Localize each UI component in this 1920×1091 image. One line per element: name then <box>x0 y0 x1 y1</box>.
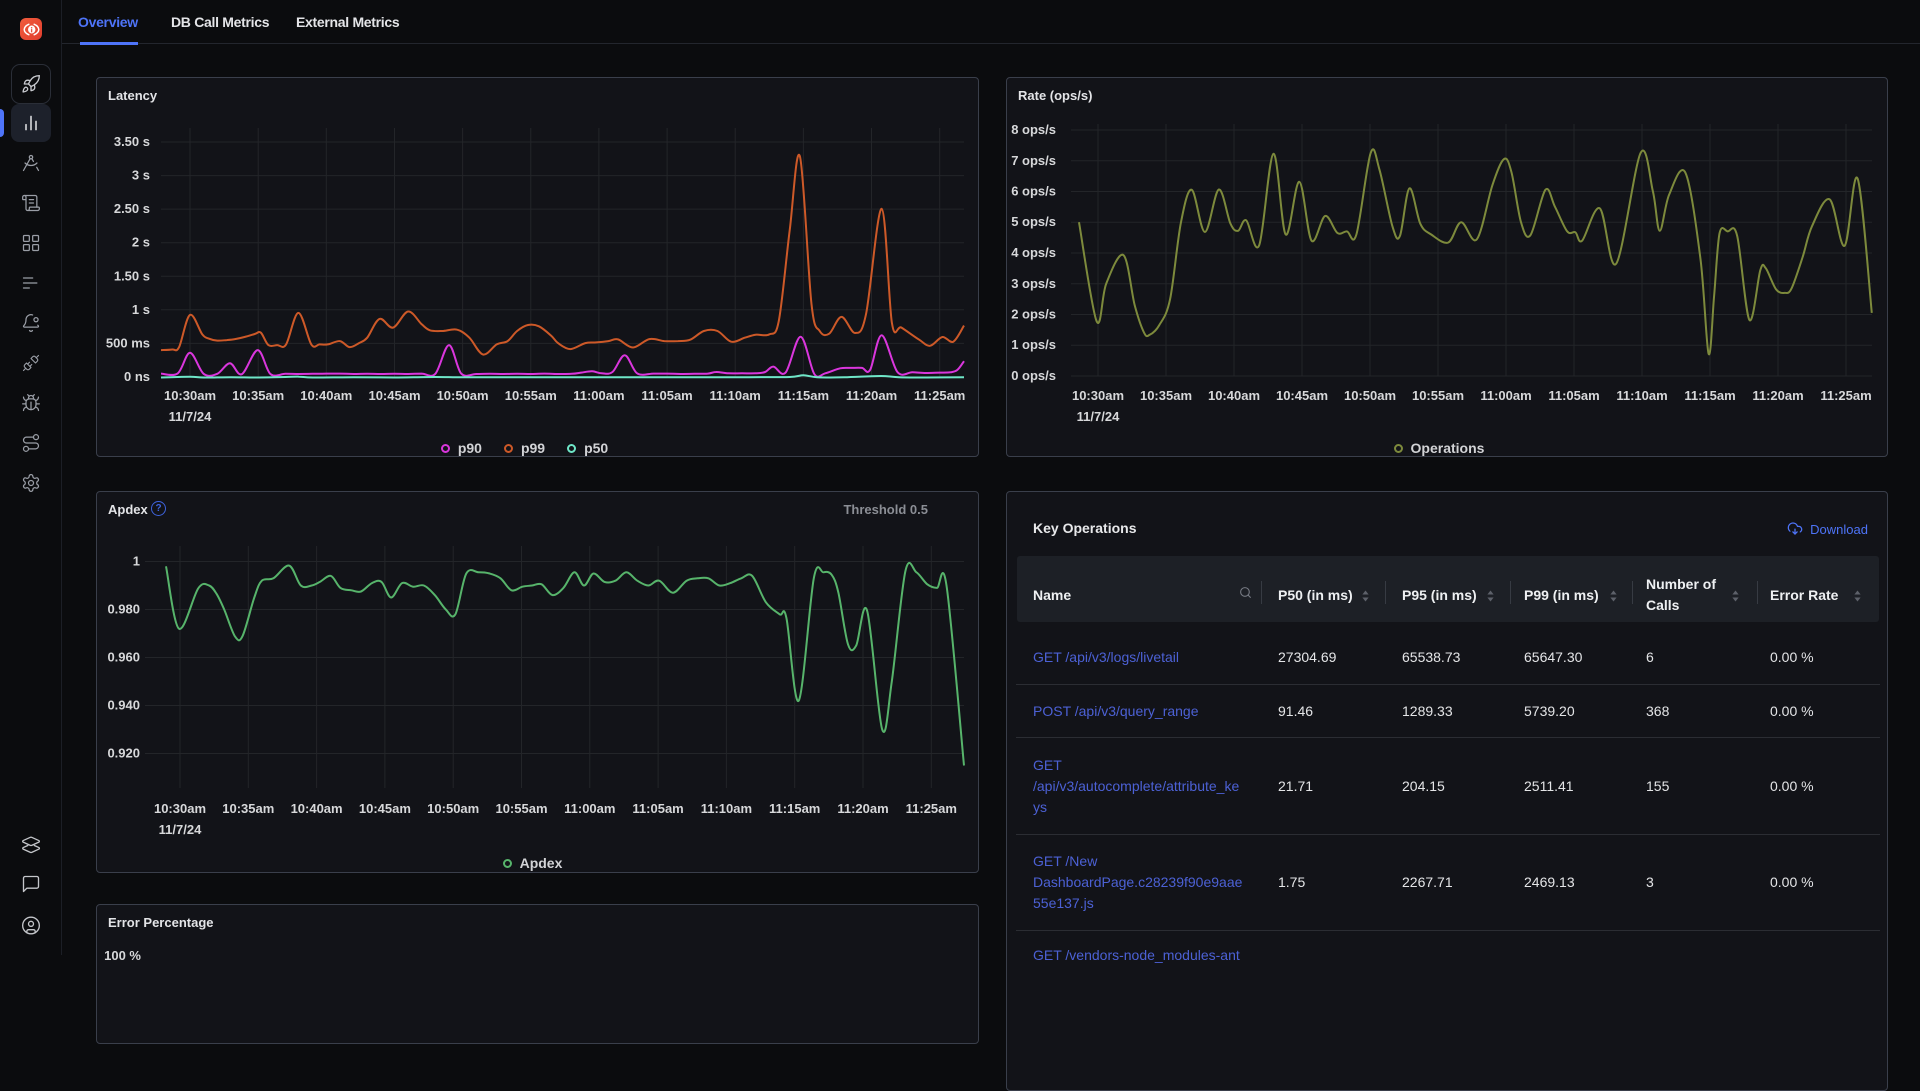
svg-text:10:30am: 10:30am <box>164 388 216 403</box>
svg-text:11:05am: 11:05am <box>632 801 683 816</box>
svg-text:10:55am: 10:55am <box>1412 388 1464 403</box>
svg-text:11/7/24: 11/7/24 <box>159 822 202 837</box>
svg-text:10:35am: 10:35am <box>232 388 284 403</box>
svg-text:11:00am: 11:00am <box>564 801 615 816</box>
svg-text:10:40am: 10:40am <box>300 388 352 403</box>
svg-text:11:00am: 11:00am <box>1480 388 1531 403</box>
svg-text:11:20am: 11:20am <box>846 388 897 403</box>
svg-text:100 %: 100 % <box>104 948 141 963</box>
svg-text:11:15am: 11:15am <box>778 388 829 403</box>
svg-text:0 ns: 0 ns <box>124 369 150 384</box>
svg-text:1 s: 1 s <box>132 302 150 317</box>
svg-text:2.50 s: 2.50 s <box>114 201 150 216</box>
svg-text:10:55am: 10:55am <box>505 388 557 403</box>
svg-text:11:10am: 11:10am <box>701 801 752 816</box>
svg-text:10:30am: 10:30am <box>154 801 206 816</box>
svg-text:5 ops/s: 5 ops/s <box>1011 214 1056 229</box>
svg-text:11:20am: 11:20am <box>837 801 888 816</box>
svg-text:11:10am: 11:10am <box>710 388 761 403</box>
svg-text:3 ops/s: 3 ops/s <box>1011 276 1056 291</box>
svg-text:0.920: 0.920 <box>107 746 140 761</box>
svg-text:2 ops/s: 2 ops/s <box>1011 307 1056 322</box>
svg-text:7 ops/s: 7 ops/s <box>1011 153 1056 168</box>
svg-text:4 ops/s: 4 ops/s <box>1011 245 1056 260</box>
svg-text:11:15am: 11:15am <box>1684 388 1735 403</box>
svg-text:10:40am: 10:40am <box>1208 388 1260 403</box>
svg-text:11:25am: 11:25am <box>914 388 965 403</box>
svg-text:11:10am: 11:10am <box>1616 388 1667 403</box>
svg-text:11:15am: 11:15am <box>769 801 820 816</box>
svg-text:10:45am: 10:45am <box>1276 388 1328 403</box>
svg-text:6 ops/s: 6 ops/s <box>1011 184 1056 199</box>
svg-text:10:45am: 10:45am <box>368 388 420 403</box>
svg-text:10:40am: 10:40am <box>291 801 343 816</box>
svg-text:11:25am: 11:25am <box>1820 388 1871 403</box>
svg-text:11/7/24: 11/7/24 <box>169 409 212 424</box>
svg-text:10:30am: 10:30am <box>1072 388 1124 403</box>
svg-text:0.940: 0.940 <box>107 698 140 713</box>
svg-text:10:50am: 10:50am <box>1344 388 1396 403</box>
svg-text:1.50 s: 1.50 s <box>114 268 150 283</box>
svg-text:2 s: 2 s <box>132 235 150 250</box>
svg-text:11/7/24: 11/7/24 <box>1077 409 1120 424</box>
svg-text:10:35am: 10:35am <box>222 801 274 816</box>
svg-text:0.960: 0.960 <box>107 650 140 665</box>
svg-text:3 s: 3 s <box>132 168 150 183</box>
svg-text:11:20am: 11:20am <box>1752 388 1803 403</box>
svg-text:11:25am: 11:25am <box>906 801 957 816</box>
svg-text:1: 1 <box>133 554 140 569</box>
svg-text:10:45am: 10:45am <box>359 801 411 816</box>
svg-text:11:05am: 11:05am <box>641 388 692 403</box>
svg-text:10:55am: 10:55am <box>495 801 547 816</box>
svg-text:11:05am: 11:05am <box>1548 388 1599 403</box>
svg-text:10:35am: 10:35am <box>1140 388 1192 403</box>
svg-text:11:00am: 11:00am <box>573 388 624 403</box>
svg-text:0 ops/s: 0 ops/s <box>1011 368 1056 383</box>
svg-text:8 ops/s: 8 ops/s <box>1011 122 1056 137</box>
svg-text:0.980: 0.980 <box>107 602 140 617</box>
svg-text:3.50 s: 3.50 s <box>114 134 150 149</box>
svg-text:1 ops/s: 1 ops/s <box>1011 337 1056 352</box>
svg-text:10:50am: 10:50am <box>427 801 479 816</box>
svg-text:500 ms: 500 ms <box>106 335 150 350</box>
svg-text:10:50am: 10:50am <box>437 388 489 403</box>
